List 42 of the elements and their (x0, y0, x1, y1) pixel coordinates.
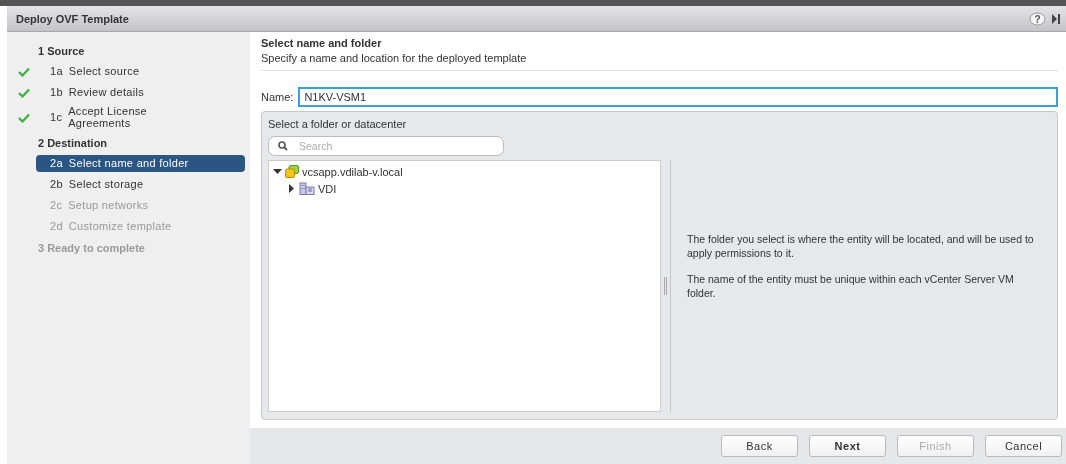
step-number: 1a (50, 65, 63, 78)
dialog-button[interactable]: Back (721, 435, 798, 457)
wizard-step[interactable]: 1a Select source (36, 62, 245, 81)
step-label: Review details (68, 86, 144, 99)
dialog-button[interactable]: Cancel (985, 435, 1062, 457)
name-label: Name: (261, 91, 294, 103)
step-label: Customize template (68, 220, 172, 233)
wizard-step[interactable]: 2b Select storage (36, 175, 245, 194)
splitter-grip-icon[interactable] (664, 277, 667, 295)
tree-item-label[interactable]: vcsapp.vdilab-v.local (302, 165, 403, 178)
step-number: 1b (50, 86, 63, 99)
search-field[interactable]: Search (268, 136, 504, 156)
help-text: The folder you select is where the entity will be located, and will be used to apply permissions to it. (687, 231, 1035, 260)
page-subtitle: Specify a name and location for the deployed template (261, 52, 1058, 71)
help-icon[interactable]: ? (1029, 11, 1046, 26)
step-label: Setup networks (68, 199, 149, 212)
name-input-field[interactable]: N1KV-VSM1 (298, 87, 1058, 107)
building-icon (299, 182, 315, 195)
expand-caret-icon[interactable] (287, 184, 296, 193)
collapse-caret-icon[interactable] (273, 167, 282, 176)
page-title: Select name and folder (261, 37, 383, 49)
step-number: 2a (50, 157, 63, 170)
tree-item-label[interactable]: VDI (318, 182, 337, 195)
step-number: 2b (50, 178, 63, 191)
panel-title: Select a folder or datacenter (268, 118, 408, 130)
step-section-title: 2 Destination (38, 136, 108, 149)
window-title: Deploy OVF Template (16, 12, 129, 25)
step-number: 2c (50, 199, 63, 212)
step-section-title: 3 Ready to complete (38, 241, 145, 254)
vcenter-icon (285, 165, 299, 178)
help-text: The name of the entity must be unique within each vCenter Server VM folder. (687, 272, 1015, 301)
step-number: 2d (50, 220, 63, 233)
wizard-step[interactable]: 2a Select name and folder (36, 154, 245, 173)
step-section-title: 1 Source (38, 44, 85, 57)
dialog-button[interactable]: Next (809, 435, 886, 457)
step-label: Accept License Agreements (68, 106, 149, 130)
step-label: Select name and folder (68, 157, 189, 170)
step-number: 1c (50, 111, 63, 124)
step-label: Select storage (68, 178, 144, 191)
play-next-icon[interactable] (1052, 13, 1060, 24)
wizard-step[interactable]: 1b Review details (36, 83, 245, 102)
step-label: Select source (68, 65, 140, 78)
